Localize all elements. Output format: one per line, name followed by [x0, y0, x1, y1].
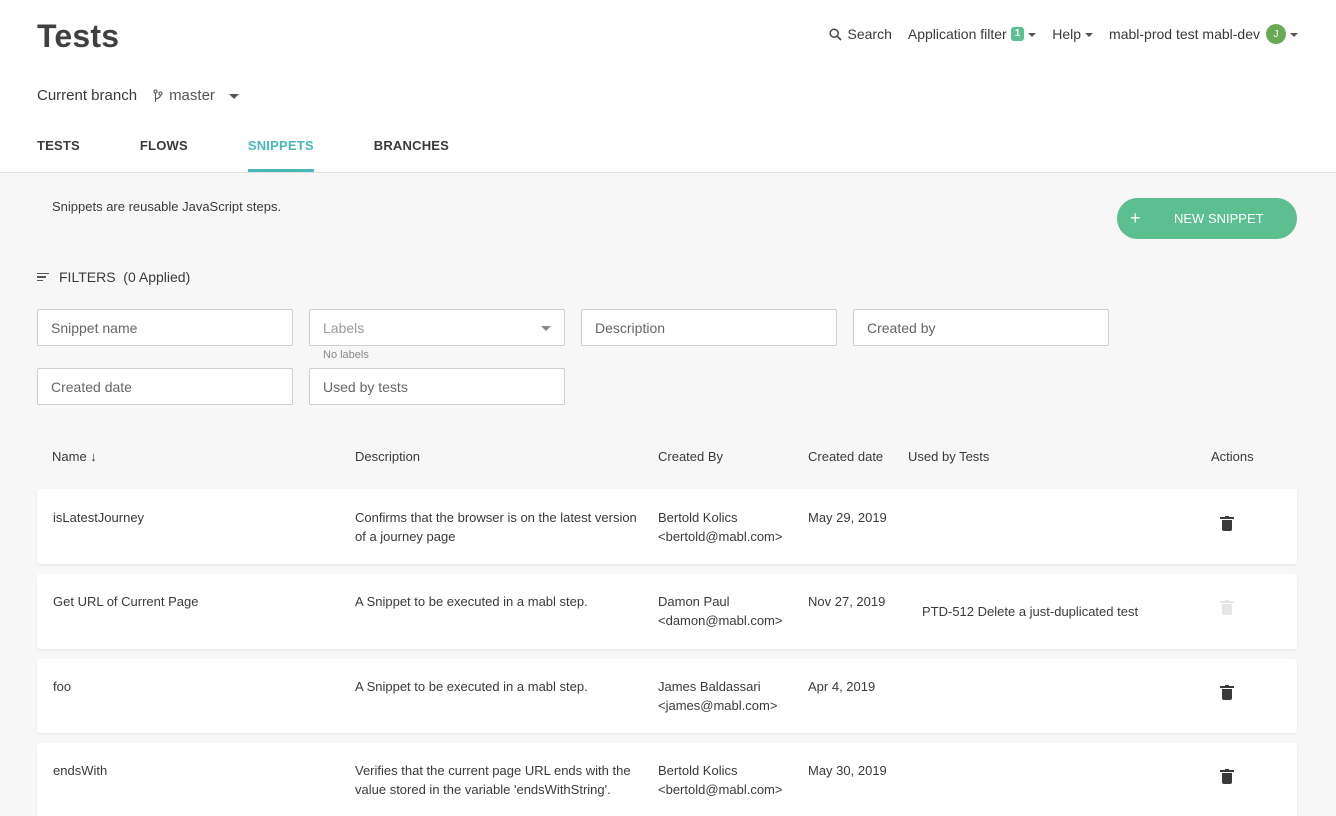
creator-name: James Baldassari — [658, 679, 761, 694]
trash-icon — [1220, 600, 1234, 615]
new-snippet-label: NEW SNIPPET — [1174, 211, 1264, 226]
chevron-down-icon — [1290, 32, 1298, 37]
labels-filter-placeholder: Labels — [323, 319, 365, 336]
created-date-filter[interactable] — [37, 368, 293, 405]
search-button[interactable]: Search — [828, 26, 892, 42]
snippet-name[interactable]: isLatestJourney — [53, 508, 144, 527]
snippet-created-date: May 30, 2019 — [808, 763, 887, 778]
top-navigation: Search Application filter 1 Help mabl-pr… — [813, 24, 1298, 44]
branch-icon — [153, 88, 163, 102]
snippet-name[interactable]: Get URL of Current Page — [53, 592, 198, 611]
creator-email: <damon@mabl.com> — [658, 613, 783, 628]
workspace-menu[interactable]: mabl-prod test mabl-dev J — [1109, 24, 1298, 44]
table-row[interactable]: isLatestJourney Confirms that the browse… — [37, 489, 1297, 564]
column-header-created-date[interactable]: Created date — [808, 449, 883, 464]
snippet-created-date: Apr 4, 2019 — [808, 679, 876, 694]
creator-email: <james@mabl.com> — [658, 698, 778, 713]
created-by-filter[interactable] — [853, 309, 1109, 346]
snippet-used-by-tests[interactable]: PTD-512 Delete a just-duplicated test — [922, 602, 1138, 621]
table-row[interactable]: foo A Snippet to be executed in a mabl s… — [37, 659, 1297, 733]
creator-email: <bertold@mabl.com> — [658, 529, 783, 544]
tab-bar: TESTS FLOWS SNIPPETS BRANCHES — [37, 135, 509, 173]
search-icon — [828, 27, 842, 41]
creator-name: Damon Paul — [658, 594, 730, 609]
help-menu[interactable]: Help — [1052, 26, 1094, 42]
column-header-actions: Actions — [1211, 449, 1254, 464]
trash-icon[interactable] — [1220, 516, 1234, 531]
tab-branches[interactable]: BRANCHES — [374, 135, 449, 172]
snippet-description: Confirms that the browser is on the late… — [355, 510, 637, 544]
help-label: Help — [1052, 26, 1082, 42]
snippet-name[interactable]: endsWith — [53, 761, 107, 780]
table-row[interactable]: Get URL of Current Page A Snippet to be … — [37, 574, 1297, 649]
snippet-created-by: Bertold Kolics <bertold@mabl.com> — [658, 508, 803, 546]
used-by-tests-filter[interactable] — [309, 368, 565, 405]
filter-icon — [37, 272, 51, 282]
snippet-name-filter[interactable] — [37, 309, 293, 346]
branch-dropdown[interactable]: master — [153, 87, 239, 104]
snippet-created-by: Damon Paul <damon@mabl.com> — [658, 592, 803, 630]
snippet-created-by: Bertold Kolics <bertold@mabl.com> — [658, 761, 803, 799]
page-header: Tests Search Application filter 1 Help m… — [0, 0, 1336, 173]
trash-icon[interactable] — [1220, 685, 1234, 700]
workspace-label: mabl-prod test mabl-dev — [1109, 26, 1260, 42]
snippet-description: A Snippet to be executed in a mabl step. — [355, 679, 588, 694]
filters-toggle[interactable]: FILTERS (0 Applied) — [37, 269, 190, 285]
column-header-used-by-tests[interactable]: Used by Tests — [908, 449, 989, 464]
chevron-down-icon — [1028, 32, 1037, 37]
table-row[interactable]: endsWith Verifies that the current page … — [37, 743, 1297, 816]
chevron-down-icon — [228, 93, 239, 99]
tab-snippets[interactable]: SNIPPETS — [247, 135, 314, 172]
branch-selector-row: Current branch master — [37, 87, 239, 104]
creator-email: <bertold@mabl.com> — [658, 782, 783, 797]
chevron-down-icon — [1085, 32, 1094, 37]
creator-name: Bertold Kolics — [658, 763, 738, 778]
column-header-created-by[interactable]: Created By — [658, 449, 723, 464]
application-filter-count-badge: 1 — [1010, 27, 1025, 41]
branch-name: master — [169, 87, 215, 104]
filters-label: FILTERS (0 Applied) — [59, 269, 191, 285]
description-filter[interactable] — [581, 309, 837, 346]
snippet-description: Verifies that the current page URL ends … — [355, 763, 631, 797]
new-snippet-button[interactable]: + NEW SNIPPET — [1117, 198, 1297, 239]
snippet-created-date: May 29, 2019 — [808, 510, 887, 525]
labels-helper-text: No labels — [323, 349, 369, 361]
snippet-description: A Snippet to be executed in a mabl step. — [355, 594, 588, 609]
snippet-created-by: James Baldassari <james@mabl.com> — [658, 677, 803, 715]
search-label: Search — [847, 26, 892, 42]
column-header-name[interactable]: Name ↓ — [52, 449, 97, 464]
snippets-description: Snippets are reusable JavaScript steps. — [52, 199, 282, 214]
trash-icon[interactable] — [1220, 769, 1234, 784]
plus-icon: + — [1130, 208, 1141, 228]
avatar: J — [1266, 24, 1286, 44]
labels-filter-select[interactable]: Labels — [309, 309, 565, 346]
current-branch-label: Current branch — [37, 87, 138, 104]
snippet-name[interactable]: foo — [53, 677, 71, 696]
application-filter-label: Application filter — [907, 26, 1007, 42]
page-title: Tests — [37, 18, 120, 54]
creator-name: Bertold Kolics — [658, 510, 738, 525]
tab-tests[interactable]: TESTS — [37, 135, 80, 172]
chevron-down-icon — [541, 325, 551, 331]
snippet-created-date: Nov 27, 2019 — [808, 594, 886, 609]
application-filter-menu[interactable]: Application filter 1 — [907, 26, 1037, 42]
column-header-description[interactable]: Description — [355, 449, 420, 464]
tab-flows[interactable]: FLOWS — [140, 135, 188, 172]
